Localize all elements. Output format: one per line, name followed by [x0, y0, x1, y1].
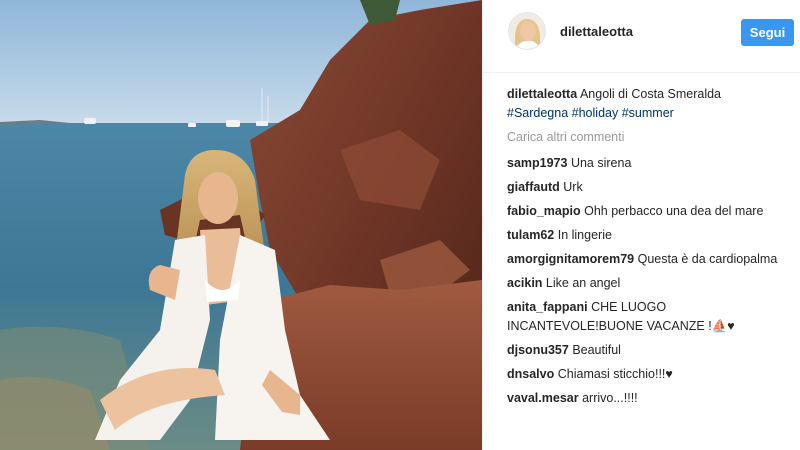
comment-username[interactable]: acikin — [507, 276, 542, 290]
comment-username[interactable]: dnsalvo — [507, 367, 554, 381]
comment-text: In lingerie — [557, 228, 612, 242]
comment-username[interactable]: djsonu357 — [507, 343, 569, 357]
avatar[interactable] — [508, 12, 546, 50]
hashtag-sardegna[interactable]: #Sardegna — [507, 106, 568, 120]
post-details-panel: dilettaleotta Segui dilettaleotta Angoli… — [482, 0, 800, 450]
comment-username[interactable]: samp1973 — [507, 156, 567, 170]
comment-username[interactable]: vaval.mesar — [507, 391, 579, 405]
comment: amorgignitamorem79 Questa è da cardiopal… — [507, 250, 793, 269]
comment-text: Beautiful — [572, 343, 621, 357]
caption-text: Angoli di Costa Smeralda — [579, 87, 721, 101]
comment-text: Questa è da cardiopalma — [637, 252, 778, 266]
comment-text: Una sirena — [570, 156, 632, 170]
caption-username[interactable]: dilettaleotta — [507, 87, 577, 101]
comment: vaval.mesar arrivo...!!!! — [507, 389, 793, 408]
comment-username[interactable]: giaffautd — [507, 180, 560, 194]
comment: anita_fappani CHE LUOGO INCANTEVOLE!BUON… — [507, 298, 793, 336]
comment-text: Urk — [563, 180, 583, 194]
comment: acikin Like an angel — [507, 274, 793, 293]
photo-illustration — [0, 0, 482, 450]
comment: dnsalvo Chiamasi sticchio!!!♥ — [507, 365, 793, 384]
comment-username[interactable]: amorgignitamorem79 — [507, 252, 634, 266]
comment: giaffautd Urk — [507, 178, 793, 197]
caption: dilettaleotta Angoli di Costa Smeralda #… — [507, 85, 793, 123]
hashtag-summer[interactable]: #summer — [622, 106, 674, 120]
comment-text: Chiamasi sticchio!!!♥ — [557, 367, 673, 381]
comment: samp1973 Una sirena — [507, 154, 793, 173]
comment: djsonu357 Beautiful — [507, 341, 793, 360]
comment-text: arrivo...!!!! — [582, 391, 638, 405]
load-more-comments-link[interactable]: Carica altri commenti — [507, 128, 793, 147]
header-username[interactable]: dilettaleotta — [560, 24, 633, 39]
comment-text: Like an angel — [545, 276, 621, 290]
comment-username[interactable]: tulam62 — [507, 228, 554, 242]
follow-button[interactable]: Segui — [741, 19, 794, 46]
comment: fabio_mapio Ohh perbacco una dea del mar… — [507, 202, 793, 221]
post-header: dilettaleotta Segui — [483, 0, 800, 73]
hashtag-holiday[interactable]: #holiday — [572, 106, 619, 120]
post-photo[interactable] — [0, 0, 482, 450]
comments-list: dilettaleotta Angoli di Costa Smeralda #… — [507, 85, 793, 413]
comment-username[interactable]: fabio_mapio — [507, 204, 581, 218]
comment: tulam62 In lingerie — [507, 226, 793, 245]
comment-text: Ohh perbacco una dea del mare — [584, 204, 764, 218]
avatar-image — [509, 13, 545, 49]
comment-username[interactable]: anita_fappani — [507, 300, 588, 314]
